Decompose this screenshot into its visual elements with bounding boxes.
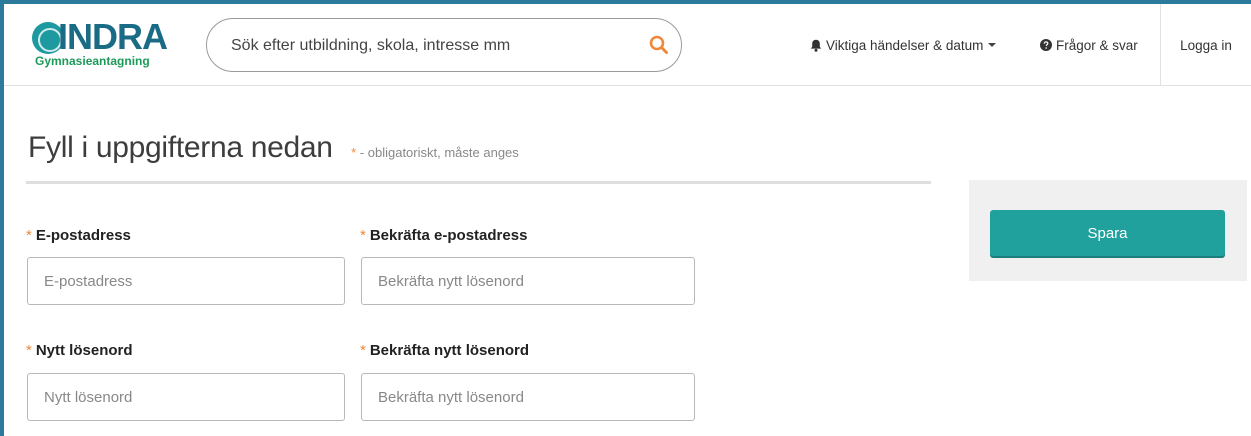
email-label-text: E-postadress <box>35 227 131 244</box>
nav-faq-link[interactable]: Frågor & svar <box>1040 4 1138 86</box>
email-field[interactable] <box>27 257 345 305</box>
page-title-row: Fyll i uppgifterna nedan * - obligatoris… <box>28 131 519 165</box>
required-star: * <box>360 342 366 359</box>
required-star: * <box>351 145 357 160</box>
required-star: * <box>360 227 366 244</box>
nav-events-dropdown[interactable]: Viktiga händelser & datum <box>810 4 997 86</box>
confirm-password-field[interactable] <box>361 373 695 421</box>
new-password-field[interactable] <box>27 373 345 421</box>
chevron-down-icon <box>988 43 997 47</box>
indra-logo[interactable]: INDRA Gymnasieantagning <box>32 17 192 70</box>
confirm-email-label: * Bekräfta e-postadress <box>360 227 527 244</box>
title-divider <box>26 181 931 184</box>
search-box <box>206 18 682 72</box>
save-button[interactable]: Spara <box>990 210 1225 256</box>
login-link[interactable]: Logga in <box>1160 4 1251 86</box>
logo-subtitle: Gymnasieantagning <box>35 54 150 68</box>
search-input[interactable] <box>231 34 631 58</box>
question-circle-icon <box>1040 39 1052 51</box>
required-star: * <box>26 227 32 244</box>
confirm-password-label-text: Bekräfta nytt lösenord <box>369 342 530 359</box>
new-password-label-text: Nytt lösenord <box>35 342 133 359</box>
confirm-email-field[interactable] <box>361 257 695 305</box>
confirm-email-label-text: Bekräfta e-postadress <box>369 227 528 244</box>
page-title: Fyll i uppgifterna nedan <box>28 131 333 164</box>
required-note: * - obligatoriskt, måste anges <box>351 145 519 160</box>
nav-faq-label: Frågor & svar <box>1056 37 1138 53</box>
bell-icon <box>810 39 822 52</box>
logo-wordmark: INDRA <box>58 16 168 57</box>
required-note-text: - obligatoriskt, måste anges <box>359 145 519 160</box>
nav-events-label: Viktiga händelser & datum <box>826 37 984 53</box>
site-header: INDRA Gymnasieantagning Viktiga händelse… <box>4 4 1251 86</box>
login-label: Logga in <box>1180 37 1232 53</box>
confirm-password-label: * Bekräfta nytt lösenord <box>360 342 529 359</box>
email-label: * E-postadress <box>26 227 131 244</box>
action-panel: Spara <box>969 180 1247 281</box>
required-star: * <box>26 342 32 359</box>
new-password-label: * Nytt lösenord <box>26 342 133 359</box>
search-icon[interactable] <box>649 35 669 55</box>
